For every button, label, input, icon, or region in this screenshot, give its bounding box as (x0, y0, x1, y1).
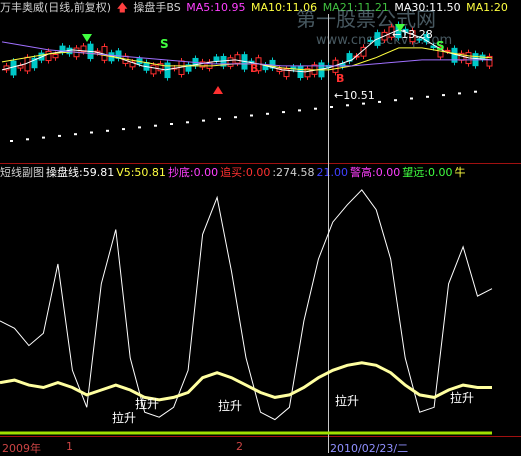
sell-signal-label: S (160, 37, 169, 51)
lift-label: 拉升 (135, 396, 159, 411)
candle-body (52, 53, 59, 59)
guide-dot (378, 100, 381, 103)
guide-dot (330, 106, 333, 108)
buy-arrow-icon (213, 86, 223, 94)
guide-dot (170, 123, 173, 125)
guide-dot (250, 114, 253, 117)
guide-dot (202, 119, 205, 122)
candle-body (367, 39, 374, 42)
candle-body (227, 57, 234, 67)
candle-body (444, 49, 451, 52)
candle-body (150, 64, 157, 75)
sub-indicator-layer (0, 189, 493, 435)
guide-dot (474, 90, 477, 93)
sub-line-1 (0, 361, 492, 402)
guide-dot (186, 121, 189, 124)
lift-label: 拉升 (218, 398, 242, 413)
guide-dot (298, 109, 301, 112)
guide-dot (266, 112, 269, 115)
dotted-guide-layer (10, 90, 477, 142)
guide-dot (234, 116, 237, 119)
guide-dot (42, 136, 45, 139)
guide-dot (154, 124, 157, 127)
guide-dot (74, 133, 77, 136)
buy-signal-label: B (336, 72, 344, 85)
price-high-label: ←13.28 (392, 28, 433, 41)
guide-dot (426, 95, 429, 98)
guide-dot (362, 102, 365, 105)
chart-canvas[interactable]: 拉升拉升 拉升 拉升 拉升←13.28←10.51S SBB (0, 0, 521, 453)
guide-dot (218, 117, 221, 120)
lift-label: 拉升 (112, 410, 136, 425)
candle-body (213, 56, 220, 61)
guide-dot (10, 140, 13, 142)
guide-dot (122, 128, 125, 131)
candle-body (45, 50, 52, 62)
cursor-date: 2010/02/23/二 (330, 442, 409, 455)
guide-dot (90, 131, 93, 134)
guide-dot (314, 107, 317, 110)
lift-label: 拉升 (450, 390, 474, 405)
guide-dot (458, 92, 461, 95)
time-axis-year: 2009年 (2, 442, 41, 455)
buy-signal-label: B (250, 62, 258, 75)
guide-dot (26, 138, 29, 141)
sell-signal-label: S (436, 39, 445, 53)
guide-dot (346, 104, 349, 107)
annotation-layer: 拉升拉升 拉升 拉升 拉升←13.28←10.51S SBB (82, 24, 474, 425)
price-low-label: ←10.51 (334, 89, 375, 102)
sell-arrow-icon (82, 34, 92, 42)
candle-body (234, 54, 241, 64)
guide-dot (394, 99, 397, 102)
lift-label: 拉升 (335, 393, 359, 408)
time-axis-month-1: 1 (66, 440, 73, 453)
guide-dot (442, 94, 445, 97)
time-axis-month-2: 2 (236, 440, 243, 453)
guide-dot (58, 134, 61, 137)
guide-dot (138, 126, 141, 129)
guide-dot (106, 129, 109, 132)
guide-dot (410, 97, 413, 100)
guide-dot (282, 111, 285, 114)
candle-body (10, 60, 17, 76)
